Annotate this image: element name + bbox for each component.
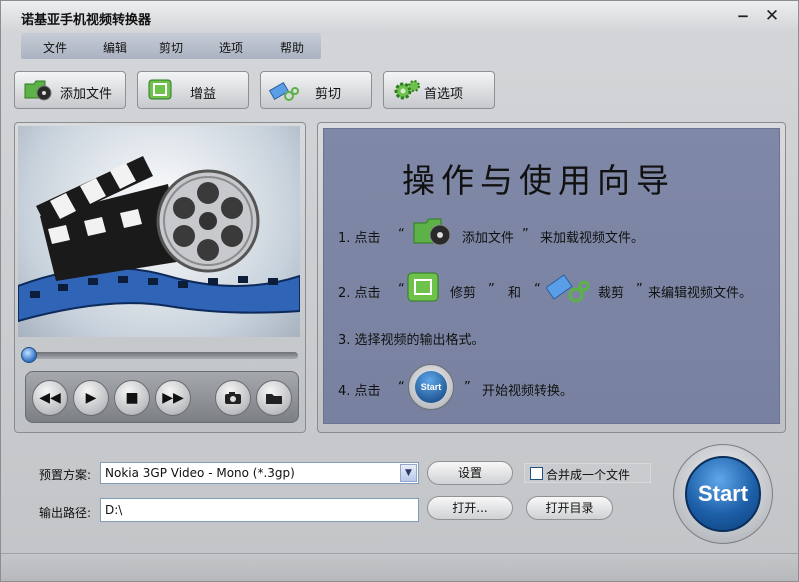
step1-quote-close: ” xyxy=(522,227,529,242)
step2-text: 来编辑视频文件。 xyxy=(648,286,753,301)
seek-slider-track[interactable] xyxy=(28,352,298,359)
settings-button[interactable]: 设置 xyxy=(427,461,513,485)
step3-text: 3. 选择视频的输出格式。 xyxy=(338,333,485,348)
step1-prefix: 1. 点击 xyxy=(338,231,381,246)
menu-cut[interactable]: 剪切 xyxy=(159,39,183,56)
trim-icon xyxy=(407,272,439,302)
rewind-icon: ◀◀ xyxy=(39,390,61,406)
play-button[interactable]: ▶ xyxy=(73,380,109,416)
chevron-down-icon[interactable]: ▼ xyxy=(400,464,417,482)
step2-quote-open: “ xyxy=(398,282,405,297)
preferences-button[interactable]: 首选项 xyxy=(383,71,495,109)
menu-edit[interactable]: 编辑 xyxy=(103,39,127,56)
preset-value: Nokia 3GP Video - Mono (*.3gp) xyxy=(105,466,295,480)
scissors-icon xyxy=(269,81,299,101)
cut-label: 剪切 xyxy=(315,87,342,102)
start-button[interactable]: Start xyxy=(673,444,773,544)
add-file-label: 添加文件 xyxy=(60,87,113,102)
merge-checkbox[interactable] xyxy=(530,467,543,480)
guide-title: 操作与使用向导 xyxy=(402,161,675,200)
snapshot-button[interactable] xyxy=(215,380,251,416)
add-file-button[interactable]: 添加文件 xyxy=(14,71,126,109)
output-path-value: D:\ xyxy=(105,503,123,517)
menu-help[interactable]: 帮助 xyxy=(280,39,304,56)
menu-options[interactable]: 选项 xyxy=(219,39,243,56)
menu-bar: 文件 编辑 剪切 选项 帮助 xyxy=(21,33,321,59)
merge-label: 合并成一个文件 xyxy=(546,468,631,482)
status-bar xyxy=(1,553,798,581)
minimize-button[interactable]: − xyxy=(732,6,754,26)
preview-screen xyxy=(18,126,300,337)
step2-quote-close: ” xyxy=(488,282,495,297)
step1-text: 来加载视频文件。 xyxy=(540,231,645,246)
output-path-input[interactable]: D:\ xyxy=(100,498,419,522)
step2-prefix: 2. 点击 xyxy=(338,286,381,301)
stop-icon: ■ xyxy=(125,390,139,406)
step2-label-crop: 裁剪 xyxy=(598,286,625,301)
add-file-icon xyxy=(24,80,52,101)
seek-slider-knob[interactable] xyxy=(21,347,37,363)
gain-label: 增益 xyxy=(190,87,217,102)
preset-select[interactable]: Nokia 3GP Video - Mono (*.3gp) ▼ xyxy=(100,462,419,484)
fast-forward-icon: ▶▶ xyxy=(162,390,184,406)
play-icon: ▶ xyxy=(85,390,97,406)
step4-quote-close: ” xyxy=(464,380,471,395)
playback-controls: ◀◀ ▶ ■ ▶▶ xyxy=(25,371,299,423)
output-path-label: 输出路径: xyxy=(39,506,92,520)
start-button-label: Start xyxy=(685,456,761,532)
folder-icon xyxy=(266,394,282,404)
preset-label: 预置方案: xyxy=(39,468,92,482)
gain-icon xyxy=(148,79,172,100)
open-folder-button[interactable] xyxy=(256,380,292,416)
step4-prefix: 4. 点击 xyxy=(338,384,381,399)
close-button[interactable]: ✕ xyxy=(761,6,783,26)
step2-and: 和 xyxy=(508,286,522,301)
title-bar: 诺基亚手机视频转换器 − ✕ xyxy=(1,1,798,33)
rewind-button[interactable]: ◀◀ xyxy=(32,380,68,416)
start-icon-label: Start xyxy=(415,371,447,403)
add-file-icon xyxy=(413,218,451,246)
step2-quote-close-2: ” xyxy=(636,282,643,297)
fast-forward-button[interactable]: ▶▶ xyxy=(155,380,191,416)
step1-label: 添加文件 xyxy=(462,231,515,246)
step1-quote-open: “ xyxy=(398,227,405,242)
merge-option[interactable]: 合并成一个文件 xyxy=(524,463,651,483)
gear-icon xyxy=(394,80,420,100)
step4-quote-open: “ xyxy=(398,380,405,395)
step2-quote-open-2: “ xyxy=(534,282,541,297)
window-title: 诺基亚手机视频转换器 xyxy=(21,13,152,28)
preview-panel: ◀◀ ▶ ■ ▶▶ xyxy=(14,122,306,433)
gain-button[interactable]: 增益 xyxy=(137,71,249,109)
open-directory-button[interactable]: 打开目录 xyxy=(526,496,613,520)
step4-text: 开始视频转换。 xyxy=(482,384,574,399)
guide-content: 操作与使用向导 1. 点击 “ 添加文件 ” 来加载视频文件。 2. 点击 “ xyxy=(323,128,780,424)
cut-button[interactable]: 剪切 xyxy=(260,71,372,109)
camera-icon xyxy=(225,392,241,404)
scissors-icon xyxy=(546,274,590,303)
preferences-label: 首选项 xyxy=(424,87,464,102)
guide-panel: 操作与使用向导 1. 点击 “ 添加文件 ” 来加载视频文件。 2. 点击 “ xyxy=(317,122,786,433)
browse-button[interactable]: 打开... xyxy=(427,496,513,520)
menu-file[interactable]: 文件 xyxy=(43,39,67,56)
app-window: 诺基亚手机视频转换器 − ✕ 文件 编辑 剪切 选项 帮助 添加文件 增益 剪切 xyxy=(0,0,799,582)
start-icon: Start xyxy=(408,364,454,410)
film-clapper-image xyxy=(18,156,300,323)
stop-button[interactable]: ■ xyxy=(114,380,150,416)
step2-label-trim: 修剪 xyxy=(450,286,477,301)
